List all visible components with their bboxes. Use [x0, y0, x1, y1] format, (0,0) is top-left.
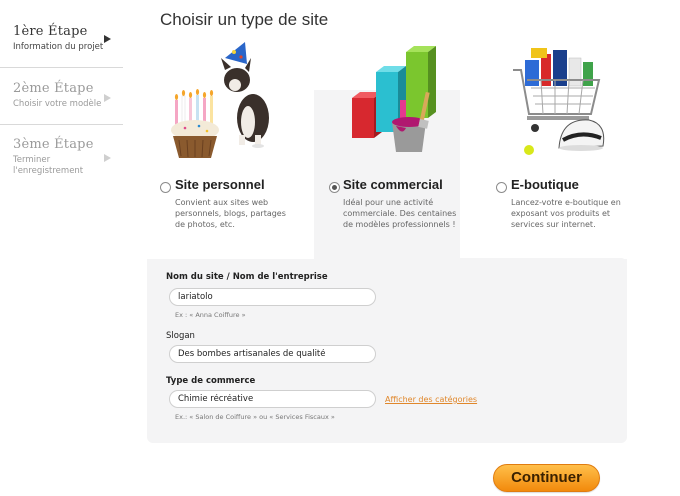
show-categories-link[interactable]: Afficher des catégories	[385, 395, 477, 404]
site-name-input[interactable]	[169, 288, 376, 306]
step-subtitle: Information du projet	[13, 42, 104, 52]
step-subtitle: Terminer l'enregistrement	[13, 155, 84, 176]
site-personnel-label[interactable]: Site personnel	[175, 177, 265, 192]
arrow-right-icon	[104, 35, 111, 43]
business-type-hint: Ex.: « Salon de Coiffure » ou « Services…	[175, 413, 335, 421]
site-info-form: Nom du site / Nom de l'entreprise Ex : «…	[147, 258, 627, 443]
steps-sidebar: 1ère Étape Information du projet 2ème Ét…	[0, 0, 123, 192]
step-title: 3ème Étape	[13, 137, 94, 152]
page-title: Choisir un type de site	[160, 10, 329, 29]
site-personnel-description: Convient aux sites web personnels, blogs…	[175, 198, 286, 229]
site-commercial-description: Idéal pour une activité commerciale. Des…	[343, 198, 457, 229]
site-name-hint: Ex : « Anna Coiffure »	[175, 311, 246, 319]
eboutique-radio[interactable]	[496, 182, 507, 193]
eboutique-description: Lancez-votre e-boutique en exposant vos …	[511, 198, 621, 229]
shopping-cart-icon	[513, 48, 605, 155]
arrow-right-icon	[104, 94, 111, 102]
step-2[interactable]: 2ème Étape Choisir votre modèle	[0, 68, 123, 125]
step-1[interactable]: 1ère Étape Information du projet	[0, 0, 123, 68]
site-personnel-radio[interactable]	[160, 182, 171, 193]
step-3[interactable]: 3ème Étape Terminer l'enregistrement	[0, 125, 123, 192]
site-commercial-label[interactable]: Site commercial	[343, 177, 443, 192]
slogan-input[interactable]	[169, 345, 376, 363]
eboutique-label[interactable]: E-boutique	[511, 177, 579, 192]
business-type-label: Type de commerce	[166, 376, 256, 386]
birthday-cupcake-dog-icon	[171, 42, 269, 158]
site-name-label: Nom du site / Nom de l'entreprise	[166, 272, 328, 282]
site-commercial-radio[interactable]	[329, 182, 340, 193]
bar-chart-paint-bucket-icon	[352, 46, 436, 152]
business-type-input[interactable]	[169, 390, 376, 408]
arrow-right-icon	[104, 154, 111, 162]
continue-button[interactable]: Continuer	[493, 464, 600, 492]
slogan-label: Slogan	[166, 331, 195, 341]
